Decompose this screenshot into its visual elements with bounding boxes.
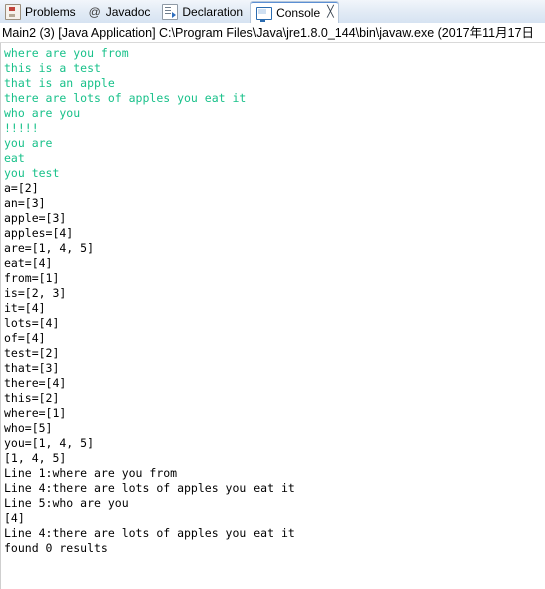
tab-problems[interactable]: Problems	[0, 0, 83, 23]
tab-declaration[interactable]: Declaration	[157, 0, 250, 23]
console-line: apples=[4]	[4, 226, 74, 240]
console-output-area[interactable]: where are you from this is a test that is …	[0, 43, 545, 589]
console-line: a=[2]	[4, 181, 39, 195]
console-line: apple=[3]	[4, 211, 67, 225]
console-line: you are	[4, 136, 53, 150]
console-line: !!!!!	[4, 121, 39, 135]
console-line: test=[2]	[4, 346, 60, 360]
console-line: are=[1, 4, 5]	[4, 241, 95, 255]
console-line: there=[4]	[4, 376, 67, 390]
console-line: there are lots of apples you eat it	[4, 91, 247, 105]
console-line: of=[4]	[4, 331, 46, 345]
console-line: who are you	[4, 106, 81, 120]
console-process-header: Main2 (3) [Java Application] C:\Program …	[0, 23, 545, 43]
problems-icon	[5, 3, 21, 20]
console-line: that=[3]	[4, 361, 60, 375]
tab-console-label: Console	[276, 5, 321, 20]
console-line: [4]	[4, 511, 25, 525]
tab-console[interactable]: Console ╳	[250, 1, 339, 23]
console-line: you=[1, 4, 5]	[4, 436, 95, 450]
console-line: an=[3]	[4, 196, 46, 210]
console-line: Line 5:who are you	[4, 496, 129, 510]
tab-problems-label: Problems	[25, 4, 76, 19]
tab-javadoc-label: Javadoc	[105, 4, 151, 19]
console-line: Line 1:where are you from	[4, 466, 178, 480]
view-tab-bar: Problems @ Javadoc Declaration Console ╳	[0, 0, 545, 23]
console-line: that is an apple	[4, 76, 115, 90]
declaration-icon	[162, 3, 179, 20]
console-line: where=[1]	[4, 406, 67, 420]
console-line-list: where are you from this is a test that is …	[4, 46, 545, 556]
console-line: Line 4:there are lots of apples you eat …	[4, 526, 295, 540]
console-line: where are you from	[4, 46, 129, 60]
console-line: eat	[4, 151, 25, 165]
console-icon	[256, 6, 273, 22]
console-line: from=[1]	[4, 271, 60, 285]
console-line: who=[5]	[4, 421, 53, 435]
console-line: this is a test	[4, 61, 101, 75]
console-line: found 0 results	[4, 541, 108, 555]
console-line: lots=[4]	[4, 316, 60, 330]
at-sign-icon: @	[88, 4, 101, 19]
close-icon[interactable]: ╳	[327, 7, 334, 18]
tab-declaration-label: Declaration	[182, 4, 244, 19]
console-line: eat=[4]	[4, 256, 53, 270]
console-line: this=[2]	[4, 391, 60, 405]
console-line: you test	[4, 166, 60, 180]
tab-javadoc[interactable]: @ Javadoc	[83, 0, 158, 23]
console-line: is=[2, 3]	[4, 286, 67, 300]
console-line: [1, 4, 5]	[4, 451, 67, 465]
console-line: Line 4:there are lots of apples you eat …	[4, 481, 295, 495]
console-line: it=[4]	[4, 301, 46, 315]
